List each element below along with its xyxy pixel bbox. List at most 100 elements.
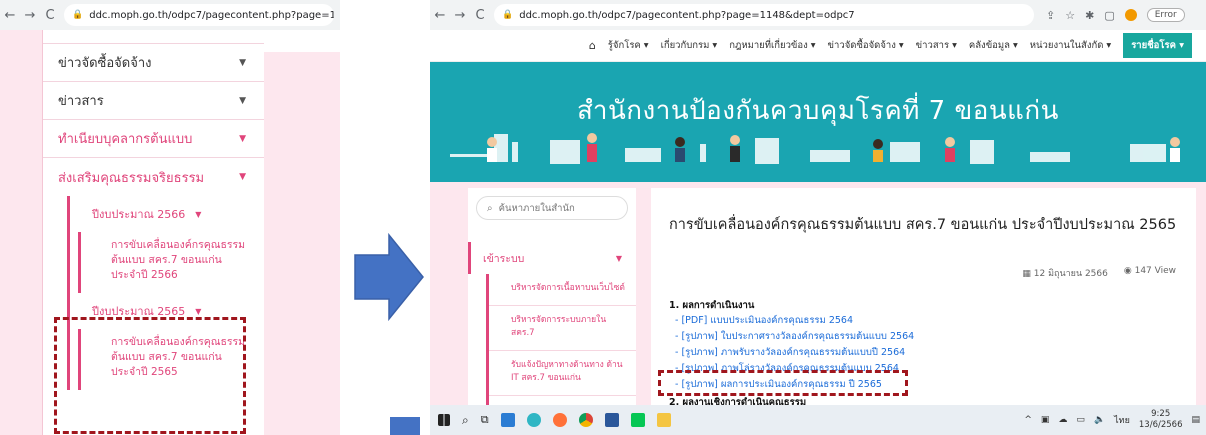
submenu-link-2566[interactable]: การขับเคลื่อนองค์กรคุณธรรมต้นแบบ สคร.7 ข… [78,232,258,293]
address-bar[interactable]: 🔒 ddc.moph.go.th/odpc7/pagecontent.php?p… [494,4,1034,26]
nav-item-procurement[interactable]: ข่าวจัดซื้อจัดจ้าง ▾ [828,38,904,53]
caret-down-icon: ▼ [195,209,202,219]
date-text: 12 มิถุนายน 2566 [1033,269,1108,279]
menu-item-news[interactable]: ข่าวสาร ▼ [43,82,264,120]
language-indicator[interactable]: ไทย [1114,413,1130,427]
caret-down-icon: ▼ [195,306,202,316]
sidebar-item-login[interactable]: เข้าระบบ ▼ [468,242,636,274]
forward-button[interactable]: → [450,8,470,23]
task-view-icon[interactable]: ⧉ [481,413,489,427]
sidepanel-icon[interactable]: ▢ [1104,9,1114,22]
lock-icon: 🔒 [72,10,84,20]
sidebar-head-label: เข้าระบบ [483,252,525,265]
volume-icon[interactable]: 🔈 [1094,415,1105,425]
firefox-icon[interactable] [552,413,567,427]
cloud-icon[interactable]: ☁ [1058,415,1067,425]
browser-actions: ⇪ ☆ ✱ ▢ Error [1046,8,1185,22]
article-meta: ▦ 12 มิถุนายน 2566 ◉ 147 View [1022,266,1176,280]
left-screenshot: ← → C 🔒 ddc.moph.go.th/odpc7/pagecontent… [0,0,340,435]
menu-item-label: ข่าวสาร [58,94,104,109]
sidebar-subitem-internal[interactable]: บริหารจัดการระบบภายใน สคร.7 [489,306,636,351]
nav-label: กฎหมายที่เกี่ยวข้อง [729,40,808,51]
forward-button[interactable]: → [20,8,40,23]
nav-item-news[interactable]: ข่าวสาร ▾ [916,38,957,53]
menu-item-label: ส่งเสริมคุณธรรมจริยธรรม [58,170,205,186]
nav-item-units[interactable]: หน่วยงานในสังกัด ▾ [1030,38,1111,53]
nav-label: หน่วยงานในสังกัด [1029,40,1104,51]
windows-start-icon[interactable] [438,414,450,426]
caret-down-icon: ▼ [239,172,246,182]
menu-item-label: ข่าวจัดซื้อจัดจ้าง [58,56,152,71]
reload-button[interactable]: C [40,8,60,23]
menu-item-cut [43,30,264,44]
submenu-item-2566[interactable]: ปีงบประมาณ 2566 ▼ [70,196,264,232]
back-button[interactable]: ← [0,8,20,23]
menu-item-personnel[interactable]: ทำเนียบบุคลากรต้นแบบ ▼ [43,120,264,158]
views-text: 147 View [1134,266,1176,276]
lock-icon: 🔒 [502,10,514,20]
address-bar[interactable]: 🔒 ddc.moph.go.th/odpc7/pagecontent.php?p… [64,4,334,26]
highlight-box-right [658,370,908,396]
article-date: ▦ 12 มิถุนายน 2566 [1022,266,1107,280]
nav-item-data[interactable]: คลังข้อมูล ▾ [969,38,1018,53]
sidebar-subitem-cms[interactable]: บริหารจัดการเนื้อหาบนเว็บไซต์ [489,274,636,306]
right-sidebar: ⌕ ค้นหาภายในสำนัก เข้าระบบ ▼ บริหารจัดกา… [468,188,636,428]
nav-label: คลังข้อมูล [968,40,1010,51]
section-heading-results: 1. ผลการดำเนินงาน [669,300,755,311]
left-browser-toolbar: ← → C 🔒 ddc.moph.go.th/odpc7/pagecontent… [0,0,340,30]
search-icon[interactable]: ⌕ [462,413,469,428]
search-placeholder: ค้นหาภายในสำนัก [498,202,575,214]
content-strip [264,30,340,52]
url-text: ddc.moph.go.th/odpc7/pagecontent.php?pag… [89,9,334,21]
back-button[interactable]: ← [430,8,450,23]
chrome-icon[interactable] [578,413,593,427]
caret-down-icon: ▼ [239,133,246,144]
nav-item-disease[interactable]: รู้จักโรค ▾ [608,38,649,53]
edge-icon[interactable] [526,413,541,427]
nav-item-law[interactable]: กฎหมายที่เกี่ยวข้อง ▾ [729,38,815,53]
profile-avatar[interactable] [1124,9,1137,21]
arrow-right-icon [354,233,424,321]
office-illustration [450,133,1180,164]
article-title: การขับเคลื่อนองค์กรคุณธรรมต้นแบบ สคร.7 ข… [669,217,1177,233]
line-icon[interactable] [630,413,645,427]
star-icon[interactable]: ☆ [1065,9,1075,22]
nav-label: ข่าวจัดซื้อจัดจ้าง [827,40,896,51]
network-icon[interactable]: ▣ [1041,415,1050,425]
calendar-icon: ▦ [1022,269,1031,279]
disease-list-button[interactable]: รายชื่อโรค ▾ [1123,33,1192,58]
caret-down-icon: ▼ [239,57,246,68]
caret-down-icon: ▼ [615,253,622,263]
windows-taskbar: ⌕ ⧉ ^ ▣ ☁ ▭ 🔈 ไทย 9:25 13/6/2566 ▤ [430,405,1206,435]
nav-label: รายชื่อโรค [1131,40,1176,51]
error-badge[interactable]: Error [1146,8,1185,22]
arrow-down-stub [390,417,420,435]
attachment-link[interactable]: - [รูปภาพ] ใบประกาศรางวัลองค์กรคุณธรรมต้… [675,329,914,345]
attachment-link[interactable]: - [รูปภาพ] ภาพรับรางวัลองค์กรคุณธรรมต้นแ… [675,345,914,361]
right-browser-toolbar: ← → C 🔒 ddc.moph.go.th/odpc7/pagecontent… [430,0,1206,30]
sidebar-menu: เข้าระบบ ▼ บริหารจัดการเนื้อหาบนเว็บไซต์… [468,242,636,428]
menu-item-procurement[interactable]: ข่าวจัดซื้อจัดจ้าง ▼ [43,44,264,82]
mail-icon[interactable] [500,413,515,427]
share-icon[interactable]: ⇪ [1046,9,1055,22]
menu-item-ethics[interactable]: ส่งเสริมคุณธรรมจริยธรรม ▼ [43,158,264,196]
taskbar-clock[interactable]: 9:25 13/6/2566 [1139,409,1183,431]
home-icon[interactable]: ⌂ [589,39,596,52]
sidebar-subitem-it[interactable]: รับแจ้งปัญหาทางด้านทาง ด้าน IT สคร.7 ขอน… [489,351,636,396]
submenu-label: ปีงบประมาณ 2566 [92,208,186,221]
word-icon[interactable] [604,413,619,427]
nav-label: รู้จักโรค [607,40,641,51]
chevron-up-icon[interactable]: ^ [1024,415,1032,425]
file-explorer-icon[interactable] [656,413,671,427]
notification-icon[interactable]: ▤ [1191,415,1200,425]
clock-time: 9:25 [1151,409,1171,419]
nav-item-about[interactable]: เกี่ยวกับกรม ▾ [661,38,718,53]
nav-label: ข่าวสาร [915,40,950,51]
caret-down-icon: ▼ [239,95,246,106]
extension-icon[interactable]: ✱ [1085,9,1094,22]
attachment-link[interactable]: - [PDF] แบบประเมินองค์กรคุณธรรม 2564 [675,313,914,329]
clock-date: 13/6/2566 [1138,420,1183,430]
reload-button[interactable]: C [470,8,490,23]
search-input[interactable]: ⌕ ค้นหาภายในสำนัก [476,196,628,220]
battery-icon[interactable]: ▭ [1076,415,1085,425]
